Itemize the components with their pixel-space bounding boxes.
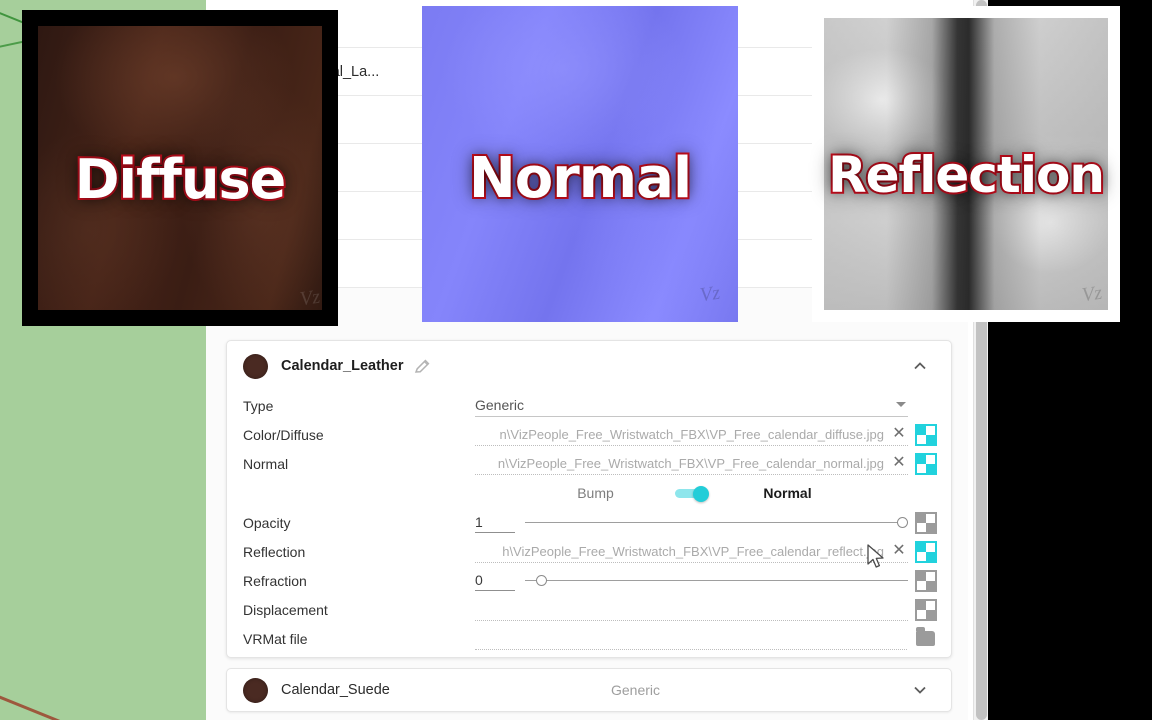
clear-icon[interactable]: ✕	[890, 455, 908, 471]
property-field: n\VizPeople_Free_Wristwatch_FBX\VP_Free_…	[475, 423, 937, 446]
checker-texture-icon[interactable]	[915, 452, 937, 475]
property-field	[475, 627, 935, 650]
normal-path-input[interactable]: n\VizPeople_Free_Wristwatch_FBX\VP_Free_…	[475, 453, 908, 475]
material-card-header[interactable]: Calendar_Leather	[227, 341, 951, 391]
checker-texture-icon[interactable]	[915, 569, 937, 592]
checker-texture-icon[interactable]	[915, 598, 937, 621]
material-type: Generic	[611, 682, 661, 698]
property-field: Generic	[475, 394, 935, 417]
color-diffuse-path-input[interactable]: n\VizPeople_Free_Wristwatch_FBX\VP_Free_…	[475, 424, 908, 446]
material-card-calendar-leather: Calendar_Leather Type Generic Color/Diff…	[226, 340, 952, 658]
folder-icon[interactable]	[916, 627, 935, 646]
bump-normal-switch[interactable]	[674, 485, 709, 502]
material-swatch	[243, 677, 268, 703]
bump-label[interactable]: Bump	[531, 485, 661, 501]
type-select-value: Generic	[475, 397, 525, 413]
material-properties: Type Generic Color/Diffuse n\VizPeople_F…	[227, 391, 951, 653]
reflection-texture-overlay: Vz Reflection	[812, 6, 1120, 322]
material-list-item-calendar-suede[interactable]: Calendar_Suede Generic	[226, 668, 952, 712]
chevron-up-icon[interactable]	[911, 357, 929, 375]
material-card-title: Calendar_Leather	[281, 358, 404, 374]
property-row-opacity: Opacity 1	[243, 508, 937, 537]
reflection-path-input[interactable]: h\VizPeople_Free_Wristwatch_FBX\VP_Free_…	[475, 541, 908, 563]
diffuse-overlay-label: Diffuse	[73, 146, 289, 213]
normal-label[interactable]: Normal	[723, 485, 853, 501]
refraction-slider[interactable]	[525, 571, 908, 591]
slider-thumb[interactable]	[897, 516, 908, 528]
pencil-icon[interactable]	[414, 358, 431, 375]
screen: RedFont Generic ...shedMetal_La...	[0, 0, 1152, 720]
property-label: Normal	[243, 455, 289, 472]
clear-icon[interactable]: ✕	[890, 543, 908, 559]
reflection-overlay-label: Reflection	[826, 144, 1107, 206]
property-field	[475, 598, 937, 621]
clear-icon[interactable]: ✕	[890, 426, 908, 442]
property-label: Color/Diffuse	[243, 426, 324, 443]
property-row-normal: Normal n\VizPeople_Free_Wristwatch_FBX\V…	[243, 449, 937, 478]
property-label: Reflection	[243, 543, 306, 560]
material-name: Calendar_Suede	[281, 682, 390, 698]
property-row-refraction: Refraction 0	[243, 566, 937, 595]
slider-rail	[525, 521, 908, 523]
vrmat-file-input[interactable]	[475, 628, 907, 650]
switch-knob	[692, 485, 709, 502]
displacement-input[interactable]	[475, 599, 908, 621]
property-row-displacement: Displacement	[243, 595, 937, 624]
path-value: n\VizPeople_Free_Wristwatch_FBX\VP_Free_…	[499, 426, 884, 442]
texture-signature: Vz	[298, 285, 322, 311]
property-field: 1	[475, 511, 937, 534]
opacity-value-input[interactable]: 1	[475, 513, 515, 533]
path-value: n\VizPeople_Free_Wristwatch_FBX\VP_Free_…	[497, 455, 884, 471]
texture-signature: Vz	[1080, 281, 1104, 307]
chevron-down-icon	[896, 401, 906, 407]
diffuse-texture-overlay: Vz Diffuse	[22, 10, 338, 326]
material-swatch	[243, 353, 268, 379]
bump-normal-toggle-row: Bump Normal	[243, 478, 935, 508]
checker-texture-icon[interactable]	[915, 540, 937, 563]
chevron-down-icon[interactable]	[911, 681, 929, 699]
property-label: Type	[243, 397, 274, 414]
property-label: VRMat file	[243, 630, 308, 647]
checker-texture-icon[interactable]	[915, 511, 937, 534]
property-row-color-diffuse: Color/Diffuse n\VizPeople_Free_Wristwatc…	[243, 420, 937, 449]
checker-texture-icon[interactable]	[915, 423, 937, 446]
property-row-type: Type Generic	[243, 391, 935, 420]
toggle-group: Bump Normal	[475, 485, 908, 502]
property-label: Displacement	[243, 601, 328, 618]
property-row-vrmat-file: VRMat file	[243, 624, 935, 653]
property-field: n\VizPeople_Free_Wristwatch_FBX\VP_Free_…	[475, 452, 937, 475]
property-row-reflection: Reflection h\VizPeople_Free_Wristwatch_F…	[243, 537, 937, 566]
type-select[interactable]: Generic	[475, 395, 908, 417]
red-axis-line	[0, 690, 98, 720]
texture-signature: Vz	[698, 281, 722, 307]
property-label: Opacity	[243, 514, 291, 531]
property-label: Refraction	[243, 572, 307, 589]
opacity-slider[interactable]	[525, 513, 908, 533]
slider-rail	[525, 579, 908, 581]
slider-thumb[interactable]	[536, 574, 548, 586]
normal-overlay-label: Normal	[467, 144, 694, 213]
path-value: h\VizPeople_Free_Wristwatch_FBX\VP_Free_…	[502, 543, 884, 559]
property-field: 0	[475, 569, 937, 592]
refraction-value-input[interactable]: 0	[475, 571, 515, 591]
property-field: h\VizPeople_Free_Wristwatch_FBX\VP_Free_…	[475, 540, 937, 563]
normal-texture-overlay: Vz Normal	[422, 6, 738, 322]
